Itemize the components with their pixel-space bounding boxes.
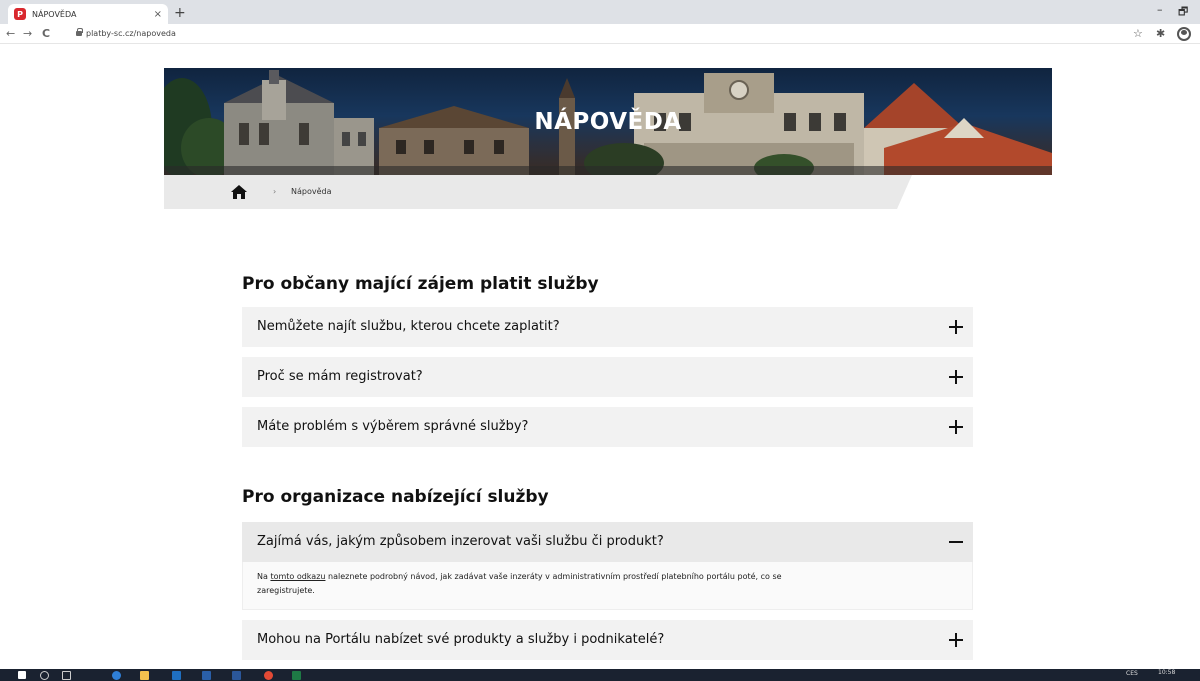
accordion-item[interactable]: Máte problém s výběrem správné služby? <box>242 407 973 447</box>
breadcrumb-current: Nápověda <box>291 187 332 196</box>
answer-link[interactable]: tomto odkazu <box>270 572 325 581</box>
tab-close-icon[interactable]: × <box>154 9 162 20</box>
edge-icon[interactable] <box>112 671 121 680</box>
minimize-button[interactable]: – <box>1157 3 1163 16</box>
site-favicon-icon: P <box>14 8 26 20</box>
accordion-question: Mohou na Portálu nabízet své produkty a … <box>257 632 665 647</box>
plus-icon[interactable] <box>949 420 963 434</box>
plus-icon[interactable] <box>949 320 963 334</box>
address-bar: ← → C platby-sc.cz/napoveda ☆ ✱ <box>0 24 1200 44</box>
task-view-icon[interactable] <box>62 671 71 680</box>
plus-icon[interactable] <box>949 370 963 384</box>
url-field[interactable]: platby-sc.cz/napoveda <box>86 29 176 38</box>
windows-taskbar: CES 10:58 <box>0 669 1200 681</box>
accordion-answer: Na tomto odkazu naleznete podrobný návod… <box>242 562 973 610</box>
breadcrumb-separator: › <box>273 187 277 196</box>
word-icon[interactable] <box>232 671 241 680</box>
forward-icon[interactable]: → <box>23 27 32 40</box>
language-indicator[interactable]: CES <box>1126 670 1138 677</box>
clock[interactable]: 10:58 <box>1158 669 1175 676</box>
accordion-question: Nemůžete najít službu, kterou chcete zap… <box>257 319 560 334</box>
plus-icon[interactable] <box>949 633 963 647</box>
reload-icon[interactable]: C <box>42 27 50 40</box>
minus-icon[interactable] <box>949 541 963 543</box>
app-icon[interactable] <box>202 671 211 680</box>
answer-line-2: zaregistrujete. <box>257 586 315 595</box>
accordion-item[interactable]: Mohou na Portálu nabízet své produkty a … <box>242 620 973 660</box>
hero-banner: NÁPOVĚDA <box>164 68 1052 175</box>
accordion-question: Proč se mám registrovat? <box>257 369 423 384</box>
browser-tab[interactable]: P NÁPOVĚDA × <box>8 4 168 24</box>
accordion-item[interactable]: Proč se mám registrovat? <box>242 357 973 397</box>
lock-icon[interactable] <box>76 28 83 36</box>
start-icon[interactable] <box>18 671 26 679</box>
excel-icon[interactable] <box>292 671 301 680</box>
accordion-question: Zajímá vás, jakým způsobem inzerovat vaš… <box>257 534 664 549</box>
accordion-item-expanded[interactable]: Zajímá vás, jakým způsobem inzerovat vaš… <box>242 522 973 562</box>
back-icon[interactable]: ← <box>6 27 15 40</box>
outlook-icon[interactable] <box>172 671 181 680</box>
browser-tab-strip: P NÁPOVĚDA × + – 🗗 <box>0 0 1200 24</box>
bookmark-star-icon[interactable]: ☆ <box>1133 27 1143 40</box>
profile-avatar-icon[interactable] <box>1177 27 1191 41</box>
section-title-organizations: Pro organizace nabízející služby <box>242 487 549 507</box>
restore-button[interactable]: 🗗 <box>1178 3 1188 22</box>
file-explorer-icon[interactable] <box>140 671 149 680</box>
section-title-citizens: Pro občany mající zájem platit služby <box>242 274 599 294</box>
answer-prefix: Na <box>257 572 271 581</box>
page-title: NÁPOVĚDA <box>534 108 682 135</box>
extensions-icon[interactable]: ✱ <box>1156 27 1165 40</box>
tab-title: NÁPOVĚDA <box>32 9 77 19</box>
chrome-icon[interactable] <box>264 671 273 680</box>
accordion-question: Máte problém s výběrem správné služby? <box>257 419 529 434</box>
accordion-item[interactable]: Nemůžete najít službu, kterou chcete zap… <box>242 307 973 347</box>
answer-text: naleznete podrobný návod, jak zadávat va… <box>325 572 782 581</box>
home-icon[interactable] <box>231 185 247 199</box>
search-icon[interactable] <box>40 671 49 680</box>
answer-line-1: Na tomto odkazu naleznete podrobný návod… <box>257 570 972 584</box>
new-tab-button[interactable]: + <box>174 5 186 21</box>
